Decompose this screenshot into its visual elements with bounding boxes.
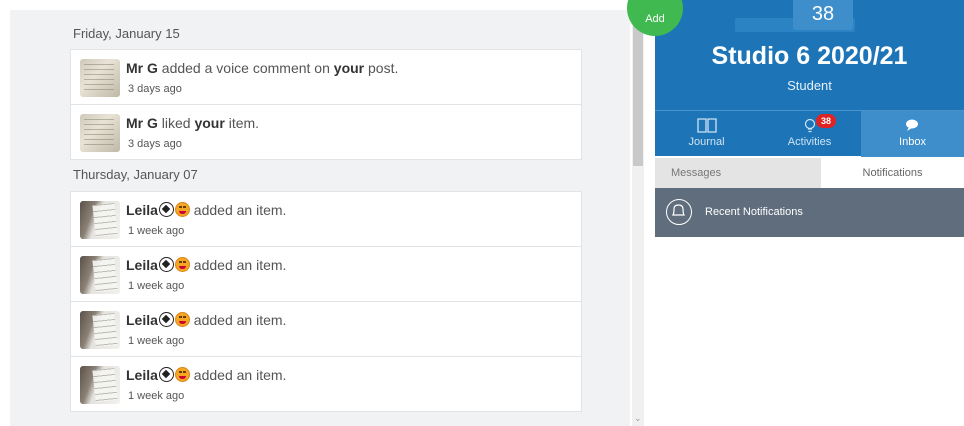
author-name: Mr G: [126, 115, 158, 131]
class-panel: 38 Studio 6 2020/21 Student Journal 38 A…: [655, 0, 964, 426]
feed-item-text: Leila added an item.: [126, 202, 287, 218]
item-thumbnail: [80, 366, 120, 404]
nav-activities[interactable]: 38 Activities: [758, 111, 861, 157]
item-thumbnail: [80, 256, 120, 294]
timestamp: 1 week ago: [128, 335, 185, 347]
feed-item-text: Leila added an item.: [126, 367, 287, 383]
class-nav: Journal 38 Activities Inbox: [655, 110, 964, 157]
bell-icon: [666, 199, 692, 225]
feed-item[interactable]: Leila added an item. 1 week ago: [70, 356, 582, 412]
class-title: Studio 6 2020/21: [711, 42, 908, 70]
item-thumbnail: [80, 114, 120, 152]
tab-notifications[interactable]: Notifications: [821, 158, 964, 188]
laughing-face-emoji-icon: [174, 257, 190, 272]
author-name: Leila: [126, 367, 158, 383]
author-name: Mr G: [126, 60, 158, 76]
notification-feed: Friday, January 15 Mr G added a voice co…: [10, 10, 630, 426]
timestamp: 1 week ago: [128, 225, 185, 237]
timestamp: 1 week ago: [128, 280, 185, 292]
book-icon: [696, 118, 717, 133]
timestamp: 3 days ago: [128, 138, 182, 150]
count-badge: 38: [793, 0, 853, 30]
class-role: Student: [787, 78, 832, 93]
feed-item-text: Mr G liked your item.: [126, 115, 260, 131]
feed-item[interactable]: Mr G added a voice comment on your post.…: [70, 49, 582, 105]
soccer-ball-emoji-icon: [158, 367, 174, 382]
laughing-face-emoji-icon: [174, 367, 190, 382]
scroll-down-arrow-icon[interactable]: ⌄: [634, 413, 642, 424]
nav-journal[interactable]: Journal: [655, 111, 758, 157]
item-thumbnail: [80, 311, 120, 349]
tab-messages[interactable]: Messages: [655, 158, 821, 188]
author-name: Leila: [126, 202, 158, 218]
author-name: Leila: [126, 257, 158, 273]
feed-item[interactable]: Leila added an item. 1 week ago: [70, 301, 582, 357]
feed-item-text: Leila added an item.: [126, 312, 287, 328]
inbox-subtabs: Messages Notifications: [655, 158, 964, 188]
feed-item[interactable]: Mr G liked your item. 3 days ago: [70, 104, 582, 160]
soccer-ball-emoji-icon: [158, 202, 174, 217]
scrollbar-thumb[interactable]: [633, 10, 643, 166]
feed-scrollbar[interactable]: ⌄: [632, 10, 644, 426]
recent-notifications-header: Recent Notifications: [655, 188, 964, 237]
date-header: Thursday, January 07: [73, 167, 198, 182]
feed-item[interactable]: Leila added an item. 1 week ago: [70, 246, 582, 302]
recent-notifications-label: Recent Notifications: [705, 206, 803, 218]
activities-badge: 38: [816, 114, 836, 128]
timestamp: 3 days ago: [128, 83, 182, 95]
soccer-ball-emoji-icon: [158, 312, 174, 327]
feed-item-text: Mr G added a voice comment on your post.: [126, 60, 399, 76]
author-name: Leila: [126, 312, 158, 328]
item-thumbnail: [80, 201, 120, 239]
feed-item[interactable]: Leila added an item. 1 week ago: [70, 191, 582, 247]
timestamp: 1 week ago: [128, 390, 185, 402]
chat-bubbles-icon: [905, 119, 918, 131]
feed-item-text: Leila added an item.: [126, 257, 287, 273]
laughing-face-emoji-icon: [174, 312, 190, 327]
class-header: 38 Studio 6 2020/21 Student: [655, 0, 964, 110]
date-header: Friday, January 15: [73, 26, 180, 41]
soccer-ball-emoji-icon: [158, 257, 174, 272]
item-thumbnail: [80, 59, 120, 97]
nav-inbox[interactable]: Inbox: [861, 111, 964, 157]
laughing-face-emoji-icon: [174, 202, 190, 217]
add-button-label: Add: [645, 13, 665, 25]
